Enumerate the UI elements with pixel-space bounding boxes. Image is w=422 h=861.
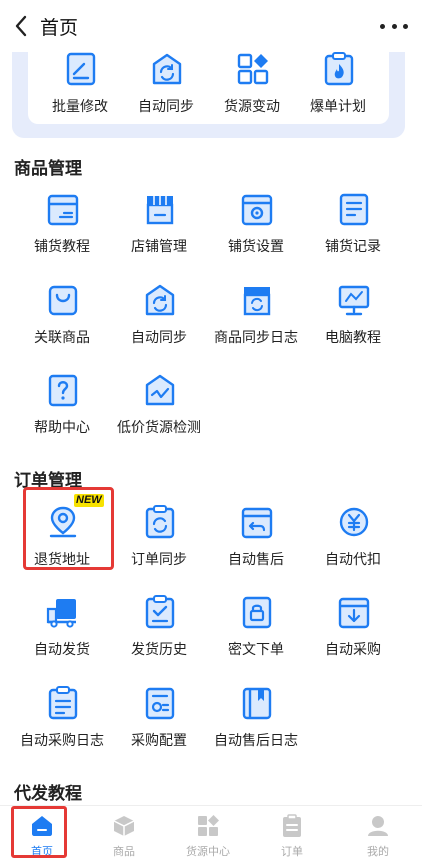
- menu-item-label: 店铺管理: [131, 238, 187, 254]
- menu-item-help-center[interactable]: 帮助中心: [12, 373, 112, 457]
- menu-item-label: 自动同步: [131, 329, 187, 345]
- quick-action-label: 批量修改: [52, 98, 108, 114]
- cube-icon: [113, 816, 135, 836]
- menu-item-label: 铺货教程: [34, 238, 90, 254]
- menu-item-label: 自动售后日志: [214, 732, 298, 748]
- monitor-icon: [338, 285, 370, 316]
- tab-label: 我的: [367, 846, 389, 858]
- help-icon: [48, 374, 78, 407]
- purchase-box-icon: [338, 597, 370, 629]
- box-settings-icon: [241, 194, 273, 226]
- menu-item-label: 自动发货: [34, 641, 90, 657]
- menu-item-label: 订单同步: [131, 551, 187, 567]
- tab-mine[interactable]: 我的: [336, 806, 420, 861]
- edit-document-icon: [66, 52, 96, 86]
- tab-orders[interactable]: 订单: [250, 806, 334, 861]
- record-list-icon: [339, 193, 369, 226]
- more-dot: [391, 23, 397, 29]
- highlight-box-home-tab: [11, 806, 67, 858]
- quick-action-batch-edit[interactable]: 批量修改: [30, 52, 130, 136]
- menu-item-label: 自动代扣: [325, 551, 381, 567]
- menu-item-listing-records[interactable]: 铺货记录: [303, 192, 403, 276]
- more-dots-icon: [380, 23, 385, 29]
- section-title-tutorial: 代发教程: [14, 784, 82, 803]
- tab-label: 订单: [281, 846, 303, 858]
- menu-item-ship-history[interactable]: 发货历史: [109, 595, 209, 679]
- more-button[interactable]: [380, 14, 408, 38]
- fire-clipboard-icon: [324, 52, 354, 86]
- new-badge: NEW: [74, 494, 104, 507]
- quick-action-hot-plan[interactable]: 爆单计划: [288, 52, 388, 136]
- quick-action-label: 爆单计划: [310, 98, 366, 114]
- menu-item-auto-aftersale-log[interactable]: 自动售后日志: [206, 686, 306, 770]
- menu-item-label: 自动采购: [325, 641, 381, 657]
- quick-action-source-change[interactable]: 货源变动: [202, 52, 302, 136]
- tab-goods[interactable]: 商品: [82, 806, 166, 861]
- tab-label: 货源中心: [186, 846, 230, 858]
- quick-action-label: 货源变动: [224, 98, 280, 114]
- menu-item-purchase-config[interactable]: 采购配置: [109, 686, 209, 770]
- top-nav-bar: 首页: [0, 0, 422, 52]
- menu-item-label: 自动采购日志: [20, 732, 104, 748]
- menu-item-label: 采购配置: [131, 732, 187, 748]
- user-icon: [368, 816, 388, 836]
- menu-item-auto-ship[interactable]: 自动发货: [12, 595, 112, 679]
- aftersale-log-icon: [242, 687, 272, 720]
- grid-diamond-icon: [198, 815, 219, 836]
- menu-item-auto-aftersale[interactable]: 自动售后: [206, 505, 306, 589]
- quick-actions-card: 批量修改 自动同步 货源变动 爆单计划: [28, 52, 389, 124]
- menu-item-low-price-check[interactable]: 低价货源检测: [109, 373, 209, 457]
- menu-item-goods-sync-log[interactable]: 商品同步日志: [206, 283, 306, 367]
- tab-source-center[interactable]: 货源中心: [166, 806, 250, 861]
- store-icon: [146, 196, 174, 225]
- menu-item-label: 发货历史: [131, 641, 187, 657]
- menu-item-label: 密文下单: [228, 641, 284, 657]
- menu-item-label: 电脑教程: [325, 329, 381, 345]
- menu-item-listing-settings[interactable]: 铺货设置: [206, 192, 306, 276]
- menu-item-label: 关联商品: [34, 329, 90, 345]
- sync-box-icon: [145, 284, 175, 316]
- menu-item-label: 低价货源检测: [117, 419, 201, 435]
- yen-sync-icon: [339, 507, 369, 537]
- menu-item-auto-purchase[interactable]: 自动采购: [303, 595, 403, 679]
- quick-action-label: 自动同步: [138, 98, 194, 114]
- menu-item-linked-goods[interactable]: 关联商品: [12, 283, 112, 367]
- order-sync-icon: [145, 505, 175, 539]
- menu-item-encrypted-order[interactable]: 密文下单: [206, 595, 306, 679]
- purchase-log-icon: [48, 686, 78, 720]
- menu-item-listing-tutorial[interactable]: 铺货教程: [12, 192, 112, 276]
- config-document-icon: [145, 687, 175, 720]
- order-clipboard-icon: [283, 814, 301, 837]
- store-sync-icon: [243, 287, 271, 316]
- menu-item-label: 帮助中心: [34, 419, 90, 435]
- price-chart-icon: [145, 374, 175, 406]
- return-box-icon: [241, 507, 273, 539]
- shopping-bag-icon: [48, 285, 78, 316]
- box-tutorial-icon: [47, 194, 79, 226]
- history-check-icon: [145, 595, 175, 629]
- section-title-goods: 商品管理: [14, 159, 82, 178]
- menu-item-auto-sync[interactable]: 自动同步: [109, 283, 209, 367]
- menu-item-auto-purchase-log[interactable]: 自动采购日志: [12, 686, 112, 770]
- back-button[interactable]: [10, 12, 32, 40]
- menu-item-label: 铺货设置: [228, 238, 284, 254]
- page-title: 首页: [40, 18, 79, 39]
- grid-diamond-icon: [237, 53, 269, 85]
- more-dot: [403, 23, 408, 29]
- sync-box-icon: [152, 53, 182, 85]
- truck-icon: [46, 599, 76, 628]
- lock-document-icon: [242, 596, 272, 629]
- menu-item-label: 自动售后: [228, 551, 284, 567]
- menu-item-store-management[interactable]: 店铺管理: [109, 192, 209, 276]
- tab-label: 商品: [113, 846, 135, 858]
- menu-item-label: 商品同步日志: [214, 329, 298, 345]
- menu-item-order-sync[interactable]: 订单同步: [109, 505, 209, 589]
- menu-item-auto-deduct[interactable]: 自动代扣: [303, 505, 403, 589]
- chevron-left-icon: [15, 15, 27, 37]
- quick-action-auto-sync[interactable]: 自动同步: [116, 52, 216, 136]
- menu-item-label: 铺货记录: [325, 238, 381, 254]
- app-screen: 首页 批量修改 自动同步 货源变动 爆单计划 商品管理 铺货教程 店铺管理 铺货…: [0, 0, 422, 861]
- menu-item-pc-tutorial[interactable]: 电脑教程: [303, 283, 403, 367]
